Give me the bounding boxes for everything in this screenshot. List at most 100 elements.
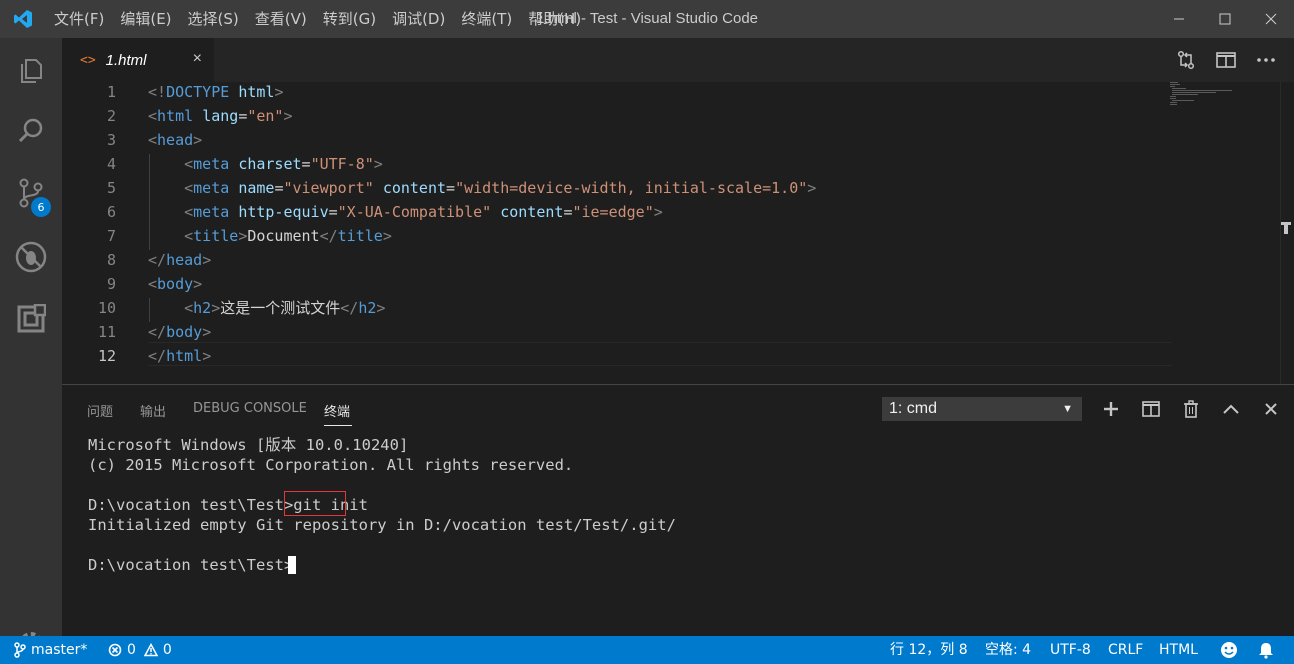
code-token: meta	[193, 155, 230, 173]
menu-item[interactable]: 转到(G)	[315, 0, 384, 38]
tab-close-icon[interactable]: ×	[193, 50, 202, 68]
code-token: <	[184, 227, 194, 245]
notifications-bell-icon[interactable]	[1257, 636, 1275, 664]
terminal-line: (c) 2015 Microsoft Corporation. All righ…	[88, 456, 574, 474]
code-token: "X-UA-Compatible"	[337, 203, 492, 221]
menu-item[interactable]: 文件(F)	[46, 0, 112, 38]
code-token: content	[500, 203, 564, 221]
maximize-icon[interactable]	[1202, 0, 1248, 38]
cursor-position[interactable]: 行 12，列 8	[890, 636, 968, 664]
code-token: DOCTYPE	[166, 83, 230, 101]
line-number: 3	[106, 131, 116, 149]
code-token: body	[166, 323, 203, 341]
menu-item[interactable]: 查看(V)	[247, 0, 315, 38]
close-panel-icon[interactable]	[1256, 395, 1286, 423]
open-changes-icon[interactable]	[1166, 38, 1206, 82]
close-icon[interactable]	[1248, 0, 1294, 38]
code-token: >	[653, 203, 663, 221]
add-icon[interactable]	[1096, 395, 1126, 423]
tab-debug-console[interactable]: DEBUG CONSOLE	[193, 401, 307, 416]
code-token: =	[238, 107, 248, 125]
code-text: <head>	[148, 128, 202, 152]
code-text: <meta charset="UTF-8">	[148, 152, 383, 176]
code-line: 9 <body>	[62, 272, 1172, 296]
code-line: 12 </html>	[62, 344, 1172, 368]
bottom-panel: 问题 输出 DEBUG CONSOLE 终端 1: cmd ▼ Microsof…	[62, 384, 1294, 636]
source-control-icon[interactable]: 6	[0, 162, 62, 224]
code-token: "UTF-8"	[310, 155, 374, 173]
feedback-smiley-icon[interactable]	[1220, 636, 1238, 664]
code-line: 4 <meta charset="UTF-8">	[62, 152, 1172, 176]
code-token: <	[184, 203, 194, 221]
extensions-icon[interactable]	[0, 288, 62, 350]
code-token: >	[193, 275, 203, 293]
active-tab-underline	[324, 425, 352, 426]
editor-scrollbar[interactable]	[1280, 82, 1294, 384]
line-number: 5	[106, 179, 116, 197]
tab-1-html[interactable]: <> 1.html ×	[62, 38, 214, 82]
code-token: meta	[193, 203, 230, 221]
code-text: <meta http-equiv="X-UA-Compatible" conte…	[148, 200, 663, 224]
code-text: <h2>这是一个测试文件</h2>	[148, 296, 385, 320]
menu-item[interactable]: 终端(T)	[453, 0, 520, 38]
explorer-icon[interactable]	[0, 40, 62, 102]
menu-item[interactable]: 帮助(H)	[520, 0, 589, 38]
split-editor-icon[interactable]	[1206, 38, 1246, 82]
trash-icon[interactable]	[1176, 395, 1206, 423]
line-number: 1	[106, 83, 116, 101]
code-token: lang	[202, 107, 239, 125]
code-text: <!DOCTYPE html>	[148, 80, 283, 104]
code-token: html	[157, 107, 194, 125]
line-number: 11	[97, 323, 116, 341]
code-token: >	[373, 155, 383, 173]
line-ending[interactable]: CRLF	[1108, 636, 1143, 664]
code-line: 11 </body>	[62, 320, 1172, 344]
terminal-line: Initialized empty Git repository in D:/v…	[88, 516, 676, 534]
code-token: "width=device-width, initial-scale=1.0"	[455, 179, 808, 197]
code-token: 这是一个测试文件	[220, 299, 341, 317]
menu-item[interactable]: 调试(D)	[384, 0, 453, 38]
scrollbar-marker	[1281, 222, 1291, 234]
code-text: </body>	[148, 320, 211, 344]
warning-icon	[143, 643, 158, 657]
code-token: >	[283, 107, 293, 125]
code-token: head	[157, 131, 194, 149]
split-terminal-icon[interactable]	[1136, 395, 1166, 423]
debug-icon[interactable]	[0, 226, 62, 288]
encoding[interactable]: UTF-8	[1050, 636, 1091, 664]
minimize-icon[interactable]	[1156, 0, 1202, 38]
terminal-select[interactable]: 1: cmd ▼	[882, 397, 1082, 421]
problems-indicator[interactable]: 0 0	[108, 636, 172, 664]
tab-output[interactable]: 输出	[140, 401, 166, 420]
tab-terminal[interactable]: 终端	[324, 401, 350, 420]
maximize-panel-icon[interactable]	[1216, 395, 1246, 423]
tab-label: 1.html	[105, 51, 147, 69]
code-token: =	[301, 155, 311, 173]
editor-actions	[1166, 38, 1286, 82]
title-bar: 文件(F) 编辑(E) 选择(S) 查看(V) 转到(G) 调试(D) 终端(T) 帮助(H)…	[0, 0, 1294, 38]
language-mode[interactable]: HTML	[1159, 636, 1198, 664]
indentation[interactable]: 空格: 4	[985, 636, 1031, 664]
minimap[interactable]	[1170, 82, 1250, 112]
code-token: </	[340, 299, 359, 317]
error-count: 0	[127, 642, 136, 658]
warning-count: 0	[162, 642, 172, 658]
code-editor[interactable]: 1 <!DOCTYPE html> 2 <html lang="en"> 3 <head>…	[62, 82, 1294, 384]
branch-indicator[interactable]: master*	[14, 636, 87, 664]
tab-problems[interactable]: 问题	[87, 401, 113, 420]
search-icon[interactable]	[0, 100, 62, 162]
source-control-badge: 6	[31, 197, 51, 217]
code-text: <body>	[148, 272, 202, 296]
menu-item[interactable]: 编辑(E)	[112, 0, 179, 38]
menu-item[interactable]: 选择(S)	[180, 0, 247, 38]
more-actions-icon[interactable]	[1246, 38, 1286, 82]
window-controls	[1156, 0, 1294, 38]
code-line: 6 <meta http-equiv="X-UA-Compatible" con…	[62, 200, 1172, 224]
